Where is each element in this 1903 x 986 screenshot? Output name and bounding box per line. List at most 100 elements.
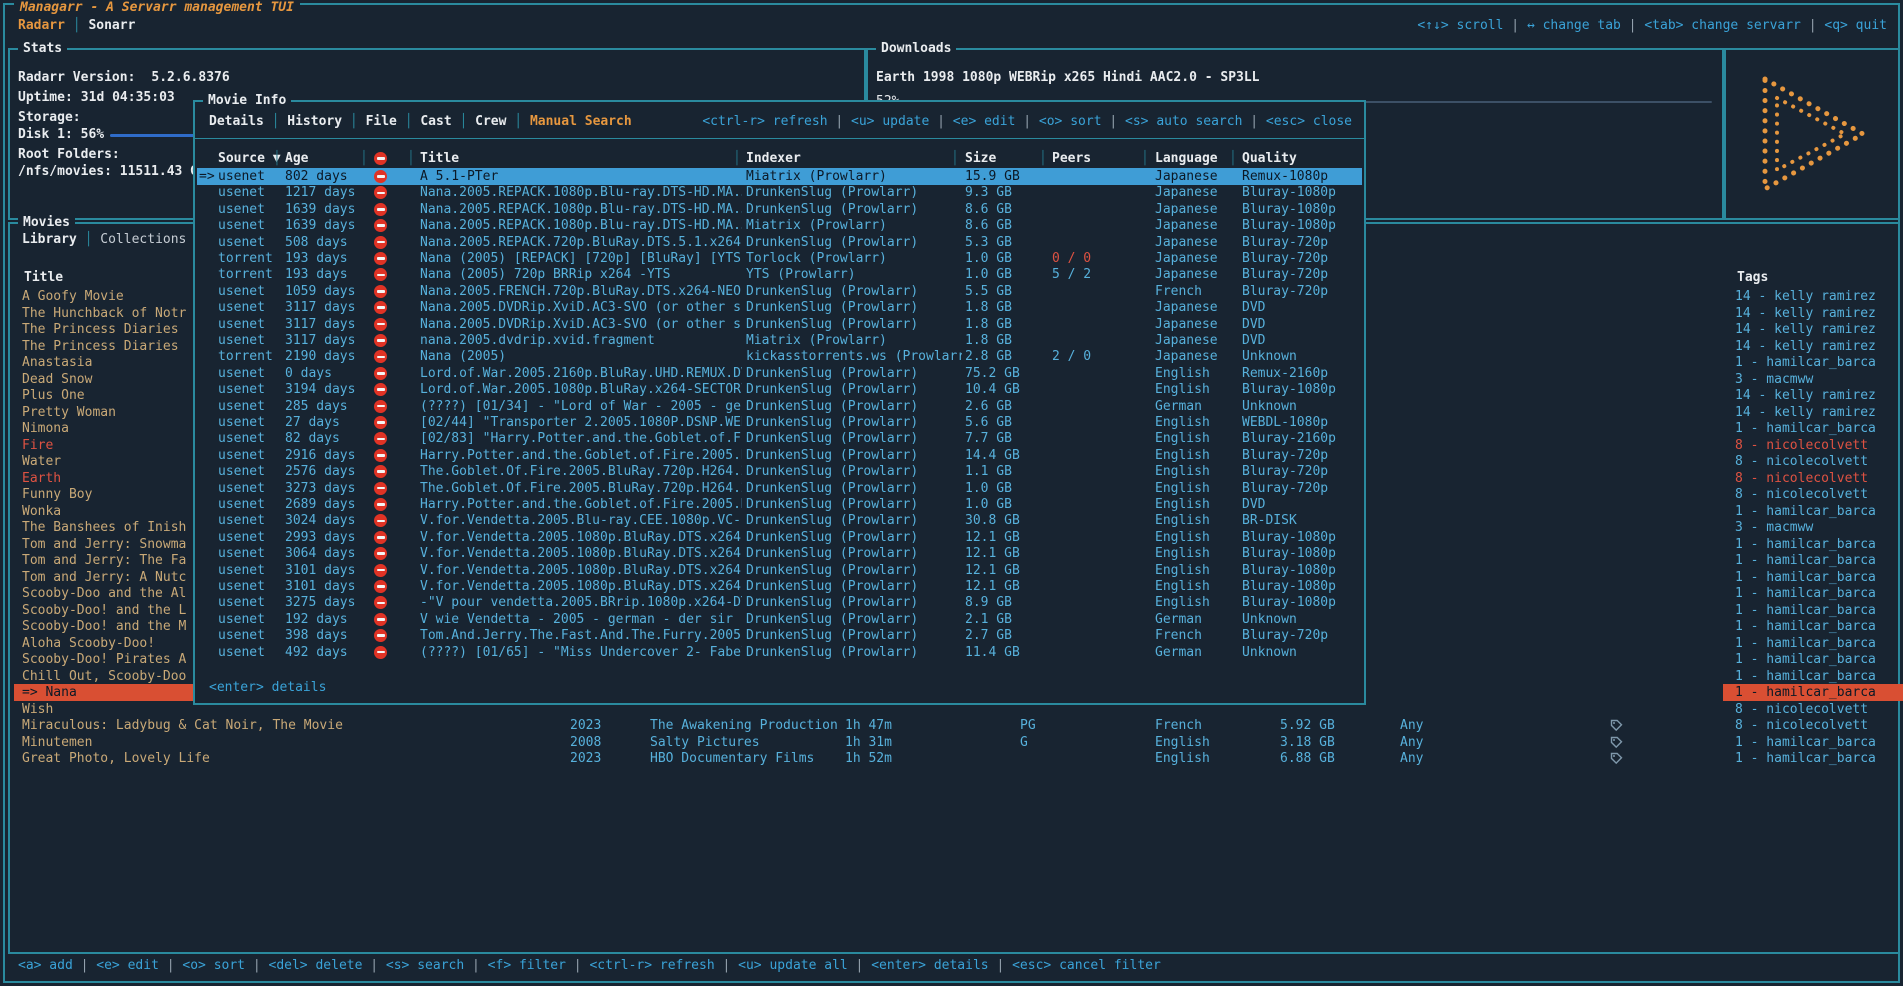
hint-separator: | bbox=[715, 958, 738, 973]
tab-radarr[interactable]: Radarr bbox=[18, 18, 65, 33]
release-size: 15.9 GB bbox=[965, 168, 1047, 185]
movie-tag: 3 - macmww bbox=[1723, 371, 1903, 388]
tab-collections[interactable]: Collections bbox=[100, 232, 186, 247]
movie-language: English bbox=[1155, 734, 1210, 751]
keybind-hint: <esc> close bbox=[1266, 114, 1352, 129]
release-age: 508 days bbox=[285, 234, 365, 251]
no-entry-icon bbox=[374, 482, 387, 495]
tab-history[interactable]: History bbox=[287, 114, 342, 129]
movie-studio: The Awakening Production bbox=[650, 717, 838, 734]
no-entry-icon bbox=[374, 416, 387, 429]
logo-panel bbox=[1724, 48, 1900, 220]
release-row[interactable]: torrent193 daysNana (2005) [REPACK] [720… bbox=[197, 250, 1362, 267]
release-row[interactable]: usenet3064 daysV.for.Vendetta.2005.1080p… bbox=[197, 545, 1362, 562]
movie-row[interactable]: Great Photo, Lovely Life2023HBO Document… bbox=[12, 750, 1896, 767]
release-row[interactable]: =>usenet802 daysA 5.1-PTerMiatrix (Prowl… bbox=[197, 168, 1362, 185]
no-entry-icon bbox=[374, 318, 387, 331]
release-row[interactable]: usenet3275 days-"V pour vendetta.2005.BR… bbox=[197, 594, 1362, 611]
release-row[interactable]: usenet3101 daysV.for.Vendetta.2005.1080p… bbox=[197, 578, 1362, 595]
release-size: 12.1 GB bbox=[965, 545, 1047, 562]
release-row[interactable]: usenet2689 daysHarry.Potter.and.the.Gobl… bbox=[197, 496, 1362, 513]
release-source: usenet bbox=[218, 201, 280, 218]
release-row[interactable]: usenet0 daysLord.of.War.2005.2160p.BluRa… bbox=[197, 365, 1362, 382]
release-indexer: DrunkenSlug (Prowlarr) bbox=[746, 578, 962, 595]
release-row[interactable]: usenet2576 daysThe.Goblet.Of.Fire.2005.B… bbox=[197, 463, 1362, 480]
release-row[interactable]: usenet1217 daysNana.2005.REPACK.1080p.Bl… bbox=[197, 184, 1362, 201]
release-row[interactable]: usenet285 days(????) [01/34] - "Lord of … bbox=[197, 398, 1362, 415]
release-row[interactable]: usenet27 days[02/44] "Transporter 2.2005… bbox=[197, 414, 1362, 431]
release-row[interactable]: usenet508 daysNana.2005.REPACK.720p.BluR… bbox=[197, 234, 1362, 251]
release-row[interactable]: usenet2993 daysV.for.Vendetta.2005.1080p… bbox=[197, 529, 1362, 546]
release-age: 193 days bbox=[285, 266, 365, 283]
release-quality: Bluray-720p bbox=[1242, 447, 1358, 464]
movie-tag: 14 - kelly ramirez bbox=[1723, 404, 1903, 421]
column-header-quality[interactable]: Quality bbox=[1242, 150, 1297, 167]
tab-library[interactable]: Library bbox=[22, 232, 77, 247]
release-row[interactable]: usenet3194 daysLord.of.War.2005.1080p.Bl… bbox=[197, 381, 1362, 398]
release-row[interactable]: usenet3117 daysNana.2005.DVDRip.XviD.AC3… bbox=[197, 299, 1362, 316]
movie-tag: 1 - hamilcar_barca bbox=[1723, 651, 1903, 668]
release-row[interactable]: usenet1639 daysNana.2005.REPACK.1080p.Bl… bbox=[197, 201, 1362, 218]
movie-tag: 1 - hamilcar_barca bbox=[1723, 618, 1903, 635]
movie-tag: 1 - hamilcar_barca bbox=[1723, 602, 1903, 619]
release-quality: Bluray-720p bbox=[1242, 627, 1358, 644]
movie-row[interactable]: Minutemen2008Salty Pictures1h 31mGEnglis… bbox=[12, 734, 1896, 751]
release-row[interactable]: torrent193 daysNana (2005) 720p BRRip x2… bbox=[197, 266, 1362, 283]
release-row[interactable]: usenet3117 daysNana.2005.DVDRip.XviD.AC3… bbox=[197, 316, 1362, 333]
release-age: 3117 days bbox=[285, 332, 365, 349]
tab-crew[interactable]: Crew bbox=[475, 114, 506, 129]
release-row[interactable]: torrent2190 daysNana (2005)kickasstorren… bbox=[197, 348, 1362, 365]
column-header-peers[interactable]: Peers bbox=[1052, 150, 1091, 167]
column-header-size[interactable]: Size bbox=[965, 150, 996, 167]
release-row[interactable]: usenet2916 daysHarry.Potter.and.the.Gobl… bbox=[197, 447, 1362, 464]
release-language: German bbox=[1155, 611, 1237, 628]
release-language: Japanese bbox=[1155, 332, 1237, 349]
movie-runtime: 1h 52m bbox=[845, 750, 892, 767]
release-row[interactable]: usenet3024 daysV.for.Vendetta.2005.Blu-r… bbox=[197, 512, 1362, 529]
release-size: 12.1 GB bbox=[965, 578, 1047, 595]
release-size: 14.4 GB bbox=[965, 447, 1047, 464]
tab-sonarr[interactable]: Sonarr bbox=[88, 18, 135, 33]
tab-cast[interactable]: Cast bbox=[420, 114, 451, 129]
release-age: 3117 days bbox=[285, 316, 365, 333]
column-header-indexer[interactable]: Indexer bbox=[746, 150, 801, 167]
release-row[interactable]: usenet192 daysV wie Vendetta - 2005 - ge… bbox=[197, 611, 1362, 628]
release-quality: Unknown bbox=[1242, 611, 1358, 628]
movie-tag: 8 - nicolecolvett bbox=[1723, 437, 1903, 454]
release-language: English bbox=[1155, 529, 1237, 546]
release-title: Nana.2005.DVDRip.XviD.AC3-SVO (or other … bbox=[420, 316, 742, 333]
release-language: Japanese bbox=[1155, 299, 1237, 316]
movie-studio: HBO Documentary Films bbox=[650, 750, 814, 767]
release-title: (????) [01/34] - "Lord of War - 2005 - g… bbox=[420, 398, 742, 415]
hint-separator: | bbox=[73, 958, 96, 973]
column-header-title[interactable]: Title bbox=[420, 150, 459, 167]
column-header-age[interactable]: Age bbox=[285, 150, 308, 167]
release-row[interactable]: usenet1059 daysNana.2005.FRENCH.720p.Blu… bbox=[197, 283, 1362, 300]
tab-file[interactable]: File bbox=[366, 114, 397, 129]
movie-row[interactable]: Miraculous: Ladybug & Cat Noir, The Movi… bbox=[12, 717, 1896, 734]
release-indexer: Torlock (Prowlarr) bbox=[746, 250, 962, 267]
release-language: French bbox=[1155, 283, 1237, 300]
hint-separator: | bbox=[1801, 18, 1824, 33]
release-row[interactable]: usenet3273 daysThe.Goblet.Of.Fire.2005.B… bbox=[197, 480, 1362, 497]
release-indexer: DrunkenSlug (Prowlarr) bbox=[746, 562, 962, 579]
release-age: 398 days bbox=[285, 627, 365, 644]
tab-details[interactable]: Details bbox=[209, 114, 264, 129]
tab-manual-search[interactable]: Manual Search bbox=[530, 114, 632, 129]
release-row[interactable]: usenet3101 daysV.for.Vendetta.2005.1080p… bbox=[197, 562, 1362, 579]
release-row[interactable]: usenet492 days(????) [01/65] - "Miss Und… bbox=[197, 644, 1362, 661]
movie-tag: 8 - nicolecolvett bbox=[1723, 717, 1903, 734]
release-age: 802 days bbox=[285, 168, 365, 185]
release-quality: Bluray-1080p bbox=[1242, 562, 1358, 579]
release-row[interactable]: usenet1639 daysNana.2005.REPACK.1080p.Bl… bbox=[197, 217, 1362, 234]
no-entry-icon bbox=[374, 432, 387, 445]
release-row[interactable]: usenet3117 daysnana.2005.dvdrip.xvid.fra… bbox=[197, 332, 1362, 349]
column-header-source[interactable]: Source ▼ bbox=[218, 150, 281, 167]
release-row[interactable]: usenet398 daysTom.And.Jerry.The.Fast.And… bbox=[197, 627, 1362, 644]
keybind-hint: <enter> details bbox=[871, 958, 988, 973]
column-header-language[interactable]: Language bbox=[1155, 150, 1218, 167]
release-title: Nana.2005.REPACK.1080p.Blu-ray.DTS-HD.MA… bbox=[420, 201, 742, 218]
release-title: Nana (2005) 720p BRRip x264 -YTS bbox=[420, 266, 742, 283]
keybind-hint: <enter> details bbox=[209, 680, 326, 695]
release-row[interactable]: usenet82 days[02/83] "Harry.Potter.and.t… bbox=[197, 430, 1362, 447]
